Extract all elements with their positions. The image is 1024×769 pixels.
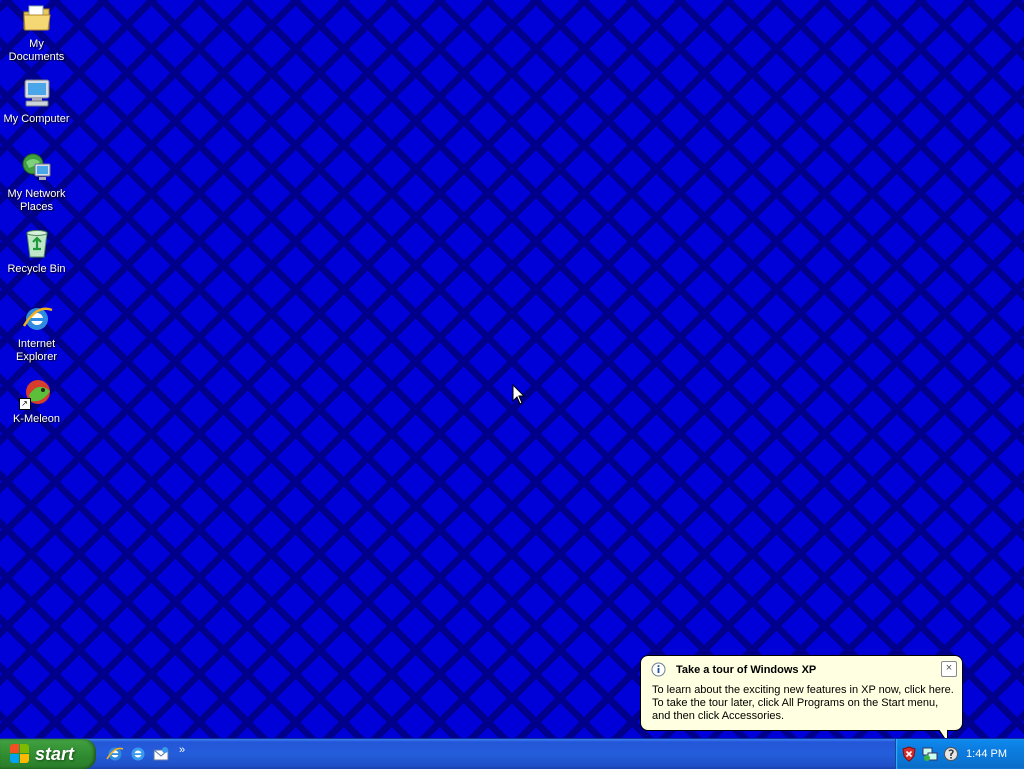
desktop-icon-recycle-bin[interactable]: Recycle Bin: [0, 227, 73, 276]
quick-launch: »: [106, 743, 185, 765]
desktop-icon-label: My Documents: [8, 38, 65, 63]
quick-launch-chevron[interactable]: »: [179, 744, 185, 756]
desktop-icon-my-documents[interactable]: My Documents: [0, 2, 73, 64]
balloon-line: To learn about the exciting new features…: [652, 684, 954, 696]
internet-explorer-icon[interactable]: [129, 745, 147, 763]
start-button[interactable]: start: [0, 739, 96, 769]
desktop-icon-label: K-Meleon: [12, 413, 61, 425]
system-tray: 1:44 PM: [895, 739, 1024, 769]
taskbar: start » 1:44 PM: [0, 738, 1024, 769]
my-documents-icon: [21, 2, 53, 34]
balloon-message[interactable]: To learn about the exciting new features…: [652, 684, 957, 723]
desktop-icon-my-network-places[interactable]: My Network Places: [0, 152, 73, 214]
start-label: start: [35, 743, 75, 764]
recycle-bin-icon: [21, 227, 53, 259]
desktop-icon-internet-explorer[interactable]: Internet Explorer: [0, 302, 73, 364]
internet-explorer-icon[interactable]: [106, 745, 124, 763]
desktop-icon-label: Internet Explorer: [16, 338, 57, 363]
desktop-icon-label: My Network Places: [7, 188, 66, 213]
balloon-title: Take a tour of Windows XP: [676, 664, 817, 676]
network-icon[interactable]: [922, 746, 938, 762]
internet-explorer-icon: [21, 302, 53, 334]
balloon-close-button[interactable]: ×: [941, 661, 957, 677]
tour-icon[interactable]: [943, 746, 959, 762]
desktop[interactable]: My Documents My Computer My Network Plac…: [0, 0, 1024, 738]
network-places-icon: [21, 152, 53, 184]
desktop-icon-k-meleon[interactable]: ↗ K-Meleon: [0, 377, 73, 426]
shortcut-arrow-icon: ↗: [18, 398, 31, 410]
security-alert-icon[interactable]: [901, 746, 917, 762]
desktop-icon-label: Recycle Bin: [7, 263, 66, 275]
desktop-icon-label: My Computer: [3, 113, 70, 125]
my-computer-icon: [21, 77, 53, 109]
outlook-express-icon[interactable]: [152, 745, 170, 763]
k-meleon-icon: ↗: [18, 377, 53, 410]
desktop-icon-my-computer[interactable]: My Computer: [0, 77, 73, 126]
tour-balloon[interactable]: Take a tour of Windows XP × To learn abo…: [640, 655, 963, 731]
balloon-line: and then click Accessories.: [652, 710, 785, 722]
clock[interactable]: 1:44 PM: [966, 748, 1007, 760]
windows-logo-icon: [10, 744, 30, 764]
info-icon: [651, 662, 666, 677]
balloon-line: To take the tour later, click All Progra…: [652, 697, 939, 709]
mouse-cursor-icon: [512, 384, 526, 405]
